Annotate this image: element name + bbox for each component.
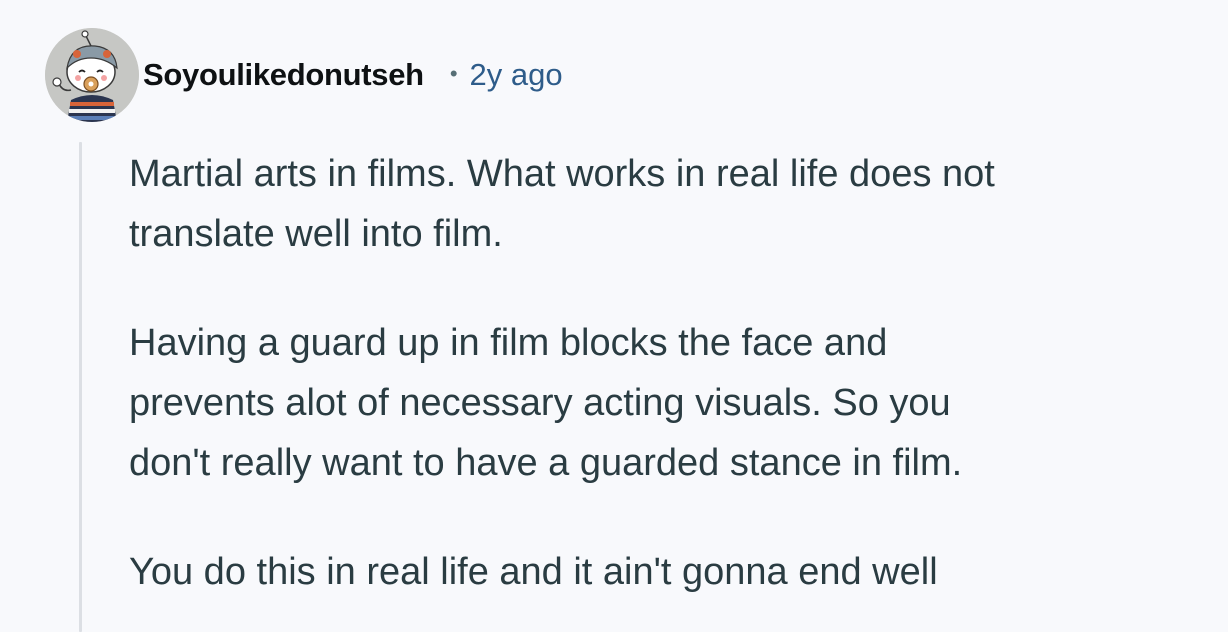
author-username[interactable]: Soyoulikedonutseh [143,57,424,93]
user-avatar[interactable] [45,28,139,122]
comment-body: Martial arts in films. What works in rea… [129,144,1209,632]
comment-timestamp[interactable]: 2y ago [470,57,563,93]
comment-meta: Soyoulikedonutseh • 2y ago [143,50,563,100]
snoo-avatar-icon [45,28,139,122]
comment-paragraph: Martial arts in films. What works in rea… [129,153,995,255]
meta-separator: • [449,61,458,86]
comment-paragraph: You do this in real life and it ain't go… [129,551,938,593]
thread-line[interactable] [79,142,82,632]
comment: Soyoulikedonutseh • 2y ago Martial arts … [0,0,1228,632]
comment-paragraph: Having a guard up in film blocks the fac… [129,322,963,484]
